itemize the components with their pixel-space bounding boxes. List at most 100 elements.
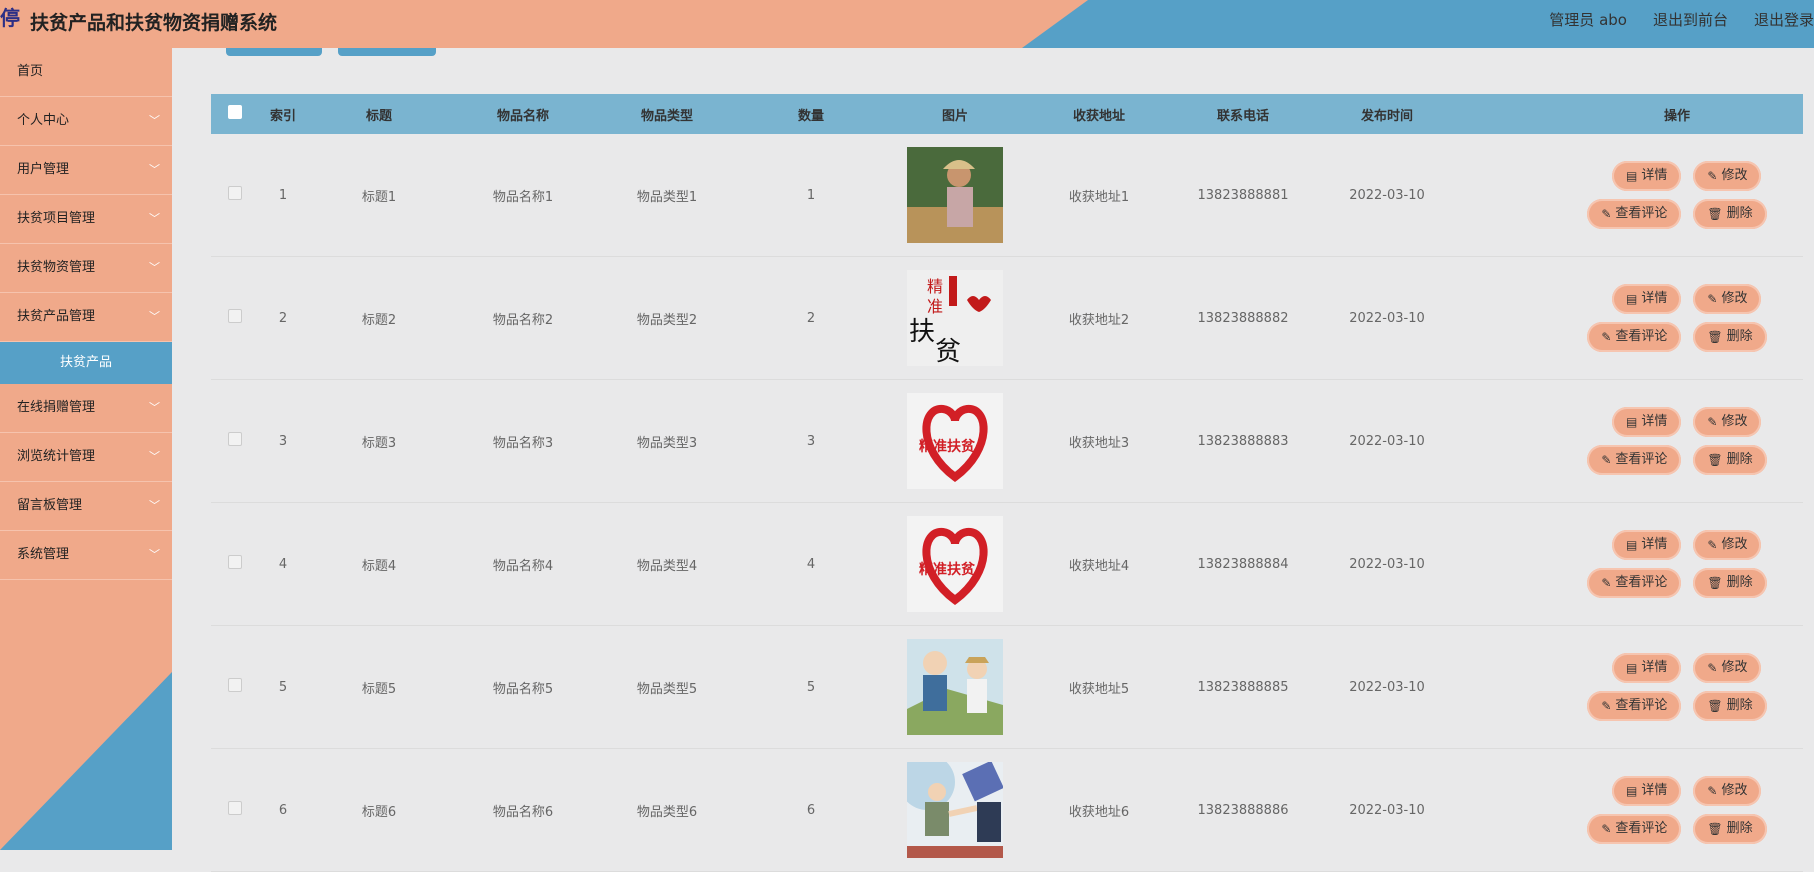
edit-button[interactable]: ✎ 修改 xyxy=(1693,161,1762,191)
toolbar-button-stub[interactable] xyxy=(226,48,322,56)
trash-icon: 🗑 xyxy=(1707,699,1723,713)
delete-button[interactable]: 🗑 删除 xyxy=(1693,691,1767,721)
table-row: 2 标题2 物品名称2 物品类型2 2 精准扶贫 收获地址2 138238888… xyxy=(211,257,1803,380)
cell-phone: 13823888883 xyxy=(1197,433,1289,449)
delete-button[interactable]: 🗑 删除 xyxy=(1693,568,1767,598)
cell-image xyxy=(883,754,1027,858)
edit-button[interactable]: ✎ 修改 xyxy=(1693,284,1762,314)
svg-text:精准扶贫: 精准扶贫 xyxy=(919,438,976,455)
cell-phone: 13823888885 xyxy=(1197,679,1289,695)
sidebar-subitem-products[interactable]: 扶贫产品 xyxy=(0,342,172,384)
logout-link[interactable]: 退出登录 xyxy=(1754,9,1814,30)
svg-text:准: 准 xyxy=(927,297,943,316)
sidebar-item-stats[interactable]: 浏览统计管理 ﹀ xyxy=(0,433,172,482)
cell-address: 收获地址3 xyxy=(1068,435,1130,451)
table-row: 5 标题5 物品名称5 物品类型5 5 收获地址5 13823888885 20… xyxy=(211,626,1803,749)
cell-ops: ▤ 详情 ✎ 修改 ✎ 查看评论 🗑 删除 xyxy=(1459,407,1814,475)
select-all-checkbox[interactable] xyxy=(211,105,259,123)
sidebar-item-users[interactable]: 用户管理 ﹀ xyxy=(0,146,172,195)
chevron-down-icon: ﹀ xyxy=(149,401,160,414)
cell-title: 标题5 xyxy=(361,681,397,697)
sidebar-item-personal-center[interactable]: 个人中心 ﹀ xyxy=(0,97,172,146)
sidebar-item-donations[interactable]: 在线捐赠管理 ﹀ xyxy=(0,384,172,433)
pencil-icon: ✎ xyxy=(1707,784,1718,798)
sidebar: 首页 个人中心 ﹀ 用户管理 ﹀ 扶贫项目管理 ﹀ 扶贫物资管理 ﹀ 扶贫产品管理 ﹀ 扶… xyxy=(0,48,172,850)
cell-image xyxy=(883,639,1027,735)
cell-ops: ▤ 详情 ✎ 修改 ✎ 查看评论 🗑 删除 xyxy=(1459,284,1814,352)
toolbar-button-stub[interactable] xyxy=(338,48,436,56)
col-header-name: 物品名称 xyxy=(496,108,549,124)
chevron-down-icon: ﹀ xyxy=(149,450,160,463)
sidebar-item-home[interactable]: 首页 xyxy=(0,48,172,97)
cell-ops: ▤ 详情 ✎ 修改 ✎ 查看评论 🗑 删除 xyxy=(1459,530,1814,598)
document-icon: ▤ xyxy=(1626,661,1638,675)
row-checkbox[interactable] xyxy=(211,555,259,573)
pencil-icon: ✎ xyxy=(1707,538,1718,552)
product-image[interactable]: 精准扶贫 xyxy=(907,516,1003,612)
document-icon: ▤ xyxy=(1626,784,1638,798)
sidebar-item-system[interactable]: 系统管理 ﹀ xyxy=(0,531,172,580)
edit-button[interactable]: ✎ 修改 xyxy=(1693,530,1762,560)
product-image[interactable] xyxy=(907,147,1003,243)
sidebar-item-messages[interactable]: 留言板管理 ﹀ xyxy=(0,482,172,531)
detail-button[interactable]: ▤ 详情 xyxy=(1612,653,1682,683)
chevron-down-icon: ﹀ xyxy=(149,499,160,512)
detail-button[interactable]: ▤ 详情 xyxy=(1612,161,1682,191)
svg-text:精准扶贫: 精准扶贫 xyxy=(919,561,976,578)
sidebar-item-products[interactable]: 扶贫产品管理 ﹀ xyxy=(0,293,172,342)
edit-button[interactable]: ✎ 修改 xyxy=(1693,653,1762,683)
current-user-label: 管理员 abo xyxy=(1549,11,1627,29)
row-checkbox[interactable] xyxy=(211,186,259,204)
product-image[interactable] xyxy=(899,754,1004,858)
table-row: 4 标题4 物品名称4 物品类型4 4 精准扶贫 收获地址4 138238888… xyxy=(211,503,1803,626)
cell-title: 标题4 xyxy=(361,558,397,574)
view-comments-button[interactable]: ✎ 查看评论 xyxy=(1587,814,1682,844)
cell-phone: 13823888881 xyxy=(1197,187,1289,203)
col-header-ops: 操作 xyxy=(1663,108,1690,124)
detail-button[interactable]: ▤ 详情 xyxy=(1612,530,1682,560)
sidebar-item-label: 扶贫项目管理 xyxy=(17,211,96,226)
col-header-title: 标题 xyxy=(365,108,392,124)
cell-title: 标题6 xyxy=(361,804,397,820)
delete-button[interactable]: 🗑 删除 xyxy=(1693,322,1767,352)
cell-image: 精准扶贫 xyxy=(883,270,1027,367)
edit-button[interactable]: ✎ 修改 xyxy=(1693,407,1762,437)
cell-qty: 4 xyxy=(806,556,816,572)
delete-button[interactable]: 🗑 删除 xyxy=(1693,445,1767,475)
view-comments-button[interactable]: ✎ 查看评论 xyxy=(1587,199,1682,229)
edit-button[interactable]: ✎ 修改 xyxy=(1693,776,1762,806)
detail-button[interactable]: ▤ 详情 xyxy=(1612,407,1682,437)
product-image[interactable]: 精准扶贫 xyxy=(907,270,1003,367)
pencil-icon: ✎ xyxy=(1601,576,1612,590)
cell-type: 物品类型5 xyxy=(636,681,698,697)
cell-index: 5 xyxy=(278,679,288,695)
sidebar-item-materials[interactable]: 扶贫物资管理 ﹀ xyxy=(0,244,172,293)
document-icon: ▤ xyxy=(1626,292,1638,306)
table-row: 6 标题6 物品名称6 物品类型6 6 收获地址6 13823888886 20… xyxy=(211,749,1803,872)
row-checkbox[interactable] xyxy=(211,801,259,819)
row-checkbox[interactable] xyxy=(211,309,259,327)
app-title: 扶贫产品和扶贫物资捐赠系统 xyxy=(30,12,278,34)
view-comments-button[interactable]: ✎ 查看评论 xyxy=(1587,691,1682,721)
cell-image: 精准扶贫 xyxy=(883,516,1027,612)
detail-button[interactable]: ▤ 详情 xyxy=(1612,284,1682,314)
row-checkbox[interactable] xyxy=(211,678,259,696)
row-checkbox[interactable] xyxy=(211,432,259,450)
view-comments-button[interactable]: ✎ 查看评论 xyxy=(1587,568,1682,598)
delete-button[interactable]: 🗑 删除 xyxy=(1693,814,1767,844)
view-comments-button[interactable]: ✎ 查看评论 xyxy=(1587,445,1682,475)
delete-button[interactable]: 🗑 删除 xyxy=(1693,199,1767,229)
sidebar-item-projects[interactable]: 扶贫项目管理 ﹀ xyxy=(0,195,172,244)
col-header-phone: 联系电话 xyxy=(1216,108,1269,124)
view-comments-button[interactable]: ✎ 查看评论 xyxy=(1587,322,1682,352)
pencil-icon: ✎ xyxy=(1601,207,1612,221)
table-header: 索引 标题 物品名称 物品类型 数量 图片 收获地址 联系电话 发布时间 操作 xyxy=(211,94,1803,134)
cell-ops: ▤ 详情 ✎ 修改 ✎ 查看评论 🗑 删除 xyxy=(1459,653,1814,721)
pencil-icon: ✎ xyxy=(1601,453,1612,467)
product-image[interactable] xyxy=(907,639,1003,735)
back-to-frontend-link[interactable]: 退出到前台 xyxy=(1653,9,1728,30)
cell-type: 物品类型6 xyxy=(636,804,698,820)
product-image[interactable]: 精准扶贫 xyxy=(907,393,1003,489)
detail-button[interactable]: ▤ 详情 xyxy=(1612,776,1682,806)
cell-type: 物品类型4 xyxy=(636,558,698,574)
